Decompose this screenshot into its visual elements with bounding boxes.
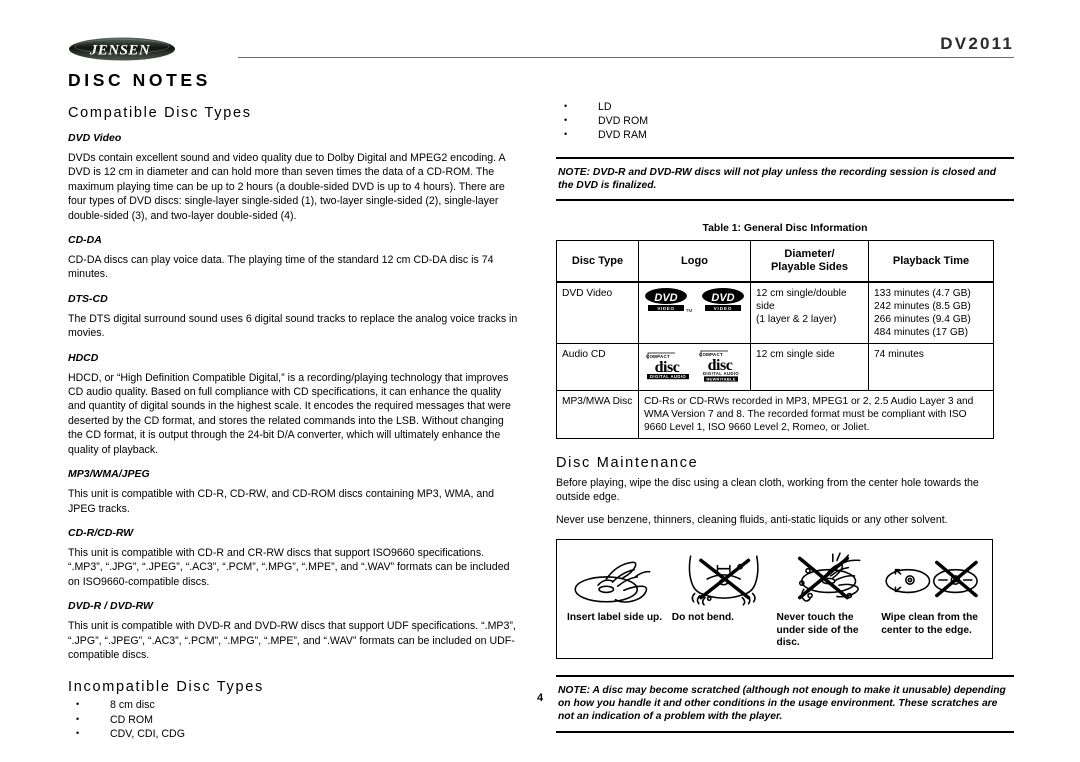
wipe-center-to-edge-icon xyxy=(885,560,979,598)
list-item: CDV, CDI, CDG xyxy=(68,726,520,741)
dvd-video-tm-logo: DVD VIDEO TM xyxy=(644,287,694,319)
subheading-mp3-wma-jpeg: MP3/WMA/JPEG xyxy=(68,468,150,481)
care-caption: Insert label side up. xyxy=(567,612,663,624)
svg-text:DIGITAL AUDIO: DIGITAL AUDIO xyxy=(650,374,686,379)
diameter-line: side xyxy=(756,301,775,313)
playback-line: 133 minutes (4.7 GB) xyxy=(874,288,971,300)
table-header-row: Disc Type Logo Diameter/ Playable Sides … xyxy=(556,240,994,284)
care-item-never-touch: Never touch the under side of the disc. xyxy=(777,548,882,650)
do-not-bend-icon xyxy=(688,555,759,606)
cell-playback-time: 74 minutes xyxy=(868,343,994,392)
model-name: DV2011 xyxy=(940,34,1014,53)
diameter-line: 12 cm single/double xyxy=(756,288,847,300)
table-row: DVD Video DVD VIDEO TM DVD VIDEO 12 cm s… xyxy=(556,281,994,345)
subheading-cd-r-cd-rw: CD-R/CD-RW xyxy=(68,526,134,539)
svg-text:TM: TM xyxy=(686,308,693,313)
table-caption: Table 1: General Disc Information xyxy=(702,223,868,235)
paragraph-dts-cd: The DTS digital surround sound uses 6 di… xyxy=(68,312,518,340)
paragraph-maintenance-2: Never use benzene, thinners, cleaning fl… xyxy=(556,513,948,526)
svg-text:VIDEO: VIDEO xyxy=(714,306,733,311)
column-header-playback-time: Playback Time xyxy=(868,240,994,284)
playback-line: 266 minutes (9.4 GB) xyxy=(874,314,971,326)
incompatible-disc-list: 8 cm disc CD ROM CDV, CDI, CDG xyxy=(68,697,520,741)
care-item-do-not-bend: Do not bend. xyxy=(672,548,777,650)
svg-text:DVD: DVD xyxy=(711,292,734,304)
svg-text:DVD: DVD xyxy=(654,292,677,304)
paragraph-hdcd: HDCD, or “High Definition Compatible Dig… xyxy=(68,371,511,456)
paragraph-dvd-video: DVDs contain excellent sound and video q… xyxy=(68,152,505,222)
cell-disc-type: DVD Video xyxy=(556,281,639,345)
left-column: DISC NOTES Compatible Disc Types DVD Vid… xyxy=(68,70,520,741)
subheading-hdcd: HDCD xyxy=(68,351,99,364)
compact-disc-digital-audio-rewritable-logo: COMPACT disc DIGITAL AUDIO REWRITABLE xyxy=(698,348,744,386)
page-header: JENSEN DV2011 xyxy=(68,34,1014,66)
care-caption: Wipe clean from the center to the edge. xyxy=(881,612,978,636)
dvd-video-logo: DVD VIDEO xyxy=(700,287,746,319)
list-item: DVD ROM xyxy=(556,113,1014,128)
header-divider xyxy=(238,57,1014,58)
table-row: MP3/MWA Disc CD-Rs or CD-RWs recorded in… xyxy=(556,390,994,440)
care-item-wipe-clean: Wipe clean from the center to the edge. xyxy=(881,548,986,650)
cell-disc-type: MP3/MWA Disc xyxy=(556,390,639,440)
diameter-line: (1 layer & 2 layer) xyxy=(756,314,837,326)
column-header-logo: Logo xyxy=(638,240,751,284)
playback-line: 484 minutes (17 GB) xyxy=(874,327,968,339)
paragraph-dvd-r-dvd-rw: This unit is compatible with DVD-R and D… xyxy=(68,620,516,661)
subheading-cd-da: CD-DA xyxy=(68,234,102,247)
cell-playback-time: 133 minutes (4.7 GB) 242 minutes (8.5 GB… xyxy=(868,281,994,345)
insert-label-side-up-icon xyxy=(574,561,651,603)
cell-logo: COMPACT disc DIGITAL AUDIO COMPACT disc … xyxy=(638,343,751,392)
cell-diameter: 12 cm single/double side (1 layer & 2 la… xyxy=(750,281,869,345)
general-disc-information-table: Disc Type Logo Diameter/ Playable Sides … xyxy=(556,240,994,440)
paragraph-cd-da: CD-DA discs can play voice data. The pla… xyxy=(68,254,494,281)
cell-disc-type: Audio CD xyxy=(556,343,639,392)
document-page: JENSEN DV2011 DISC NOTES Compatible Disc… xyxy=(0,0,1080,762)
paragraph-mp3-wma-jpeg: This unit is compatible with CD-R, CD-RW… xyxy=(68,488,495,515)
paragraph-cd-r-cd-rw: This unit is compatible with CD-R and CR… xyxy=(68,546,510,588)
incompatible-disc-list-continued: LD DVD ROM DVD RAM xyxy=(556,99,1014,143)
svg-text:REWRITABLE: REWRITABLE xyxy=(707,377,736,382)
care-caption: Do not bend. xyxy=(671,612,734,624)
paragraph-maintenance-1: Before playing, wipe the disc using a cl… xyxy=(556,477,979,504)
table-row: Audio CD COMPACT disc DIGITAL AUDIO COMP… xyxy=(556,343,994,392)
svg-text:DIGITAL AUDIO: DIGITAL AUDIO xyxy=(703,371,739,376)
care-item-insert-label: Insert label side up. xyxy=(567,548,672,650)
list-item: CD ROM xyxy=(68,712,520,727)
diameter-line: 12 cm single side xyxy=(756,349,835,361)
column-header-diameter-line2: Playable Sides xyxy=(770,261,849,274)
column-header-diameter: Diameter/ Playable Sides xyxy=(750,240,869,284)
column-header-diameter-line1: Diameter/ xyxy=(784,248,835,261)
playback-line: 74 minutes xyxy=(874,349,924,361)
page-number: 4 xyxy=(536,692,544,704)
page-title: DISC NOTES xyxy=(68,70,211,90)
note-text: NOTE: DVD-R and DVD-RW discs will not pl… xyxy=(558,166,997,191)
cell-diameter: 12 cm single side xyxy=(750,343,869,392)
disc-care-illustrations: Insert label side up. Do not bend. Never… xyxy=(556,539,993,660)
care-caption: Never touch the under side of the disc. xyxy=(776,612,859,649)
never-touch-underside-icon xyxy=(797,552,860,602)
svg-text:VIDEO: VIDEO xyxy=(657,306,674,311)
cell-logo: DVD VIDEO TM DVD VIDEO xyxy=(638,281,751,345)
subheading-dvd-r-dvd-rw: DVD-R / DVD-RW xyxy=(68,600,153,613)
section-disc-maintenance: Disc Maintenance xyxy=(556,455,699,472)
jensen-logo: JENSEN xyxy=(68,36,176,62)
right-column: LD DVD ROM DVD RAM NOTE: DVD-R and DVD-R… xyxy=(556,98,1014,733)
subheading-dts-cd: DTS-CD xyxy=(68,292,108,305)
section-compatible-disc-types: Compatible Disc Types xyxy=(68,105,252,121)
cell-mp3-description: CD-Rs or CD-RWs recorded in MP3, MPEG1 o… xyxy=(638,390,994,440)
playback-line: 242 minutes (8.5 GB) xyxy=(874,301,971,313)
svg-text:JENSEN: JENSEN xyxy=(89,43,151,59)
note-dvd-finalized: NOTE: DVD-R and DVD-RW discs will not pl… xyxy=(556,156,1014,202)
subheading-dvd-video: DVD Video xyxy=(68,132,122,144)
list-item: LD xyxy=(556,99,1014,114)
list-item: DVD RAM xyxy=(556,127,1014,142)
compact-disc-digital-audio-logo: COMPACT disc DIGITAL AUDIO xyxy=(645,350,691,384)
column-header-disc-type: Disc Type xyxy=(556,240,639,284)
